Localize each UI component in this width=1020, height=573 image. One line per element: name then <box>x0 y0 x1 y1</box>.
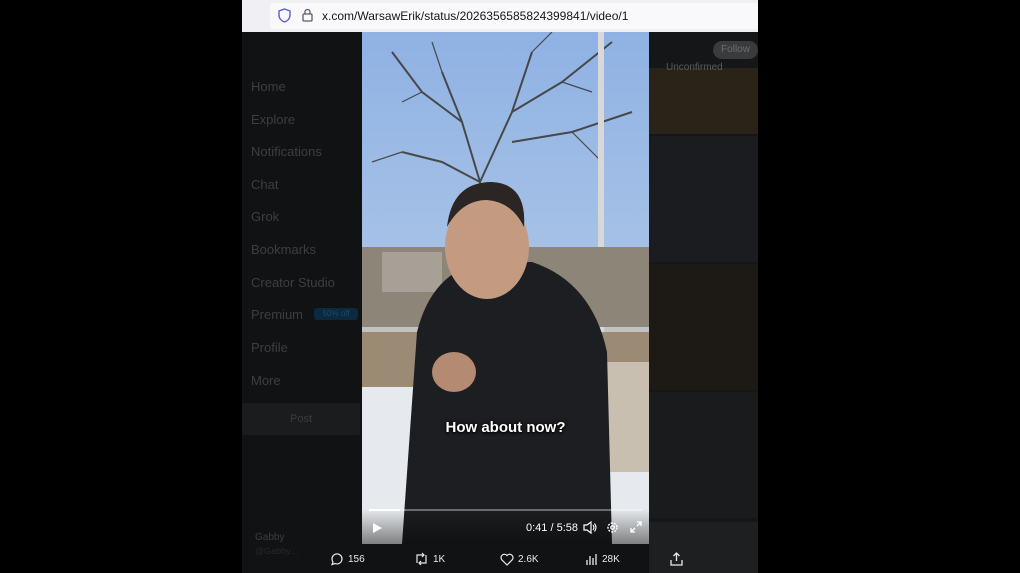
premium-badge: 50% off <box>314 308 358 320</box>
tweet-action-bar: 156 1K 2.6K 28K <box>324 544 694 573</box>
video-frame <box>362 32 649 544</box>
sidebar-item-home[interactable]: Home <box>251 79 286 94</box>
thumbnail[interactable] <box>649 68 758 134</box>
volume-icon[interactable] <box>583 521 597 534</box>
fullscreen-icon[interactable] <box>630 521 642 533</box>
video-controls: 0:41 / 5:58 <box>362 509 649 544</box>
sidebar-item-profile[interactable]: Profile <box>251 340 288 355</box>
share-action[interactable] <box>670 552 683 566</box>
thumbnail[interactable] <box>649 136 758 262</box>
heart-icon <box>500 553 514 566</box>
url-bar: x.com/WarsawErik/status/2026356585824399… <box>242 0 758 32</box>
account-name[interactable]: Gabby <box>255 532 284 543</box>
browser-window: x.com/WarsawErik/status/2026356585824399… <box>242 0 758 573</box>
repost-icon <box>416 552 427 566</box>
url-text[interactable]: x.com/WarsawErik/status/2026356585824399… <box>322 9 628 23</box>
progress-fill <box>369 509 401 511</box>
right-panel-title: Unconfirmed <box>666 62 723 73</box>
sidebar-item-notifications[interactable]: Notifications <box>251 144 322 159</box>
progress-bar[interactable] <box>369 509 642 511</box>
sidebar-item-creator-studio[interactable]: Creator Studio <box>251 275 335 290</box>
settings-gear-icon[interactable] <box>606 521 619 534</box>
repost-count: 1K <box>433 553 446 565</box>
views-action[interactable]: 28K <box>585 552 620 566</box>
like-count: 2.6K <box>518 553 539 565</box>
reply-action[interactable]: 156 <box>330 552 365 566</box>
post-button[interactable]: Post <box>242 403 360 435</box>
views-count: 28K <box>602 553 620 565</box>
reply-icon <box>330 553 343 566</box>
sidebar-item-more[interactable]: More <box>251 373 281 388</box>
like-action[interactable]: 2.6K <box>500 552 539 566</box>
account-handle: @Gabby... <box>255 546 298 556</box>
video-time: 0:41 / 5:58 <box>526 522 578 534</box>
video-subtitle: How about now? <box>445 419 566 436</box>
sidebar-item-explore[interactable]: Explore <box>251 112 295 127</box>
sidebar-item-bookmarks[interactable]: Bookmarks <box>251 242 316 257</box>
video-player[interactable]: How about now? <box>362 32 649 544</box>
views-chart-icon <box>586 553 597 565</box>
thumbnail[interactable] <box>649 392 758 518</box>
thumbnail[interactable] <box>649 264 758 390</box>
reply-count: 156 <box>348 553 365 565</box>
sidebar-item-chat[interactable]: Chat <box>251 177 278 192</box>
play-icon[interactable] <box>371 522 383 534</box>
sidebar-item-premium[interactable]: Premium <box>251 307 303 322</box>
sidebar: Home Explore Notifications Chat Grok Boo… <box>242 32 362 573</box>
shield-icon[interactable] <box>278 8 291 23</box>
lock-icon[interactable] <box>302 8 313 22</box>
share-icon <box>670 552 683 566</box>
sidebar-item-grok[interactable]: Grok <box>251 209 279 224</box>
right-panel <box>649 32 758 573</box>
repost-action[interactable]: 1K <box>414 552 445 566</box>
page-content: Home Explore Notifications Chat Grok Boo… <box>242 32 758 573</box>
follow-button[interactable]: Follow <box>713 41 758 59</box>
